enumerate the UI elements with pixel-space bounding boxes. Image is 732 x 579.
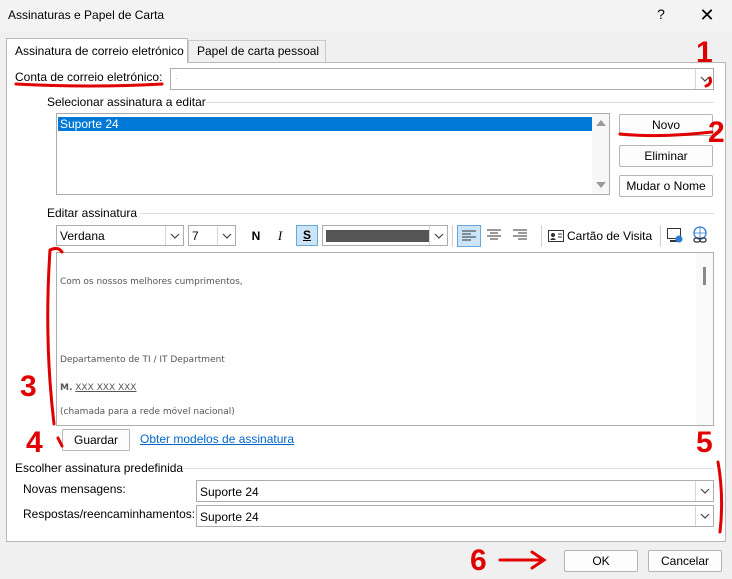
signature-note: (chamada para a rede móvel nacional) [60,407,235,417]
account-label: Conta de correio eletrónico: [15,70,163,84]
mobile-number: XXX XXX XXX [75,383,137,393]
insert-hyperlink-button[interactable] [691,226,711,246]
toolbar-separator [541,225,542,247]
font-size-value: 7 [192,229,199,243]
close-button[interactable]: ✕ [692,4,722,28]
group-divider [182,468,714,469]
align-right-icon [513,229,527,240]
new-messages-value: Suporte 24 [200,485,259,499]
insert-picture-button[interactable] [666,226,686,246]
underline-button[interactable]: S [296,225,318,246]
save-button[interactable]: Guardar [62,429,130,451]
replies-select[interactable]: Suporte 24 [196,505,714,527]
font-select[interactable]: Verdana [56,225,184,246]
account-value: . [175,71,178,81]
new-messages-label: Novas mensagens: [23,482,126,496]
insert-picture-icon [667,228,683,243]
chevron-down-icon[interactable] [217,226,235,245]
select-signature-group-title: Selecionar assinatura a editar [47,95,206,109]
font-value: Verdana [60,229,105,243]
chevron-down-icon[interactable] [165,226,183,245]
scrollbar-thumb[interactable] [703,267,706,285]
color-swatch [326,230,430,242]
business-card-label: Cartão de Visita [567,229,653,243]
scroll-up-icon[interactable] [596,120,606,126]
italic-button[interactable]: I [270,226,290,246]
scroll-down-icon[interactable] [596,182,606,188]
align-center-icon [487,229,501,240]
scrollbar[interactable] [592,114,609,194]
align-left-icon [462,230,476,241]
list-item[interactable]: Suporte 24 [58,117,592,131]
chevron-down-icon[interactable] [429,226,447,245]
business-card-button[interactable]: Cartão de Visita [548,225,656,247]
annotation-label: 6 [470,544,487,577]
chevron-down-icon[interactable] [695,506,713,526]
replies-value: Suporte 24 [200,510,259,524]
chevron-down-icon[interactable] [695,69,713,89]
default-signature-group-title: Escolher assinatura predefinida [15,461,184,475]
delete-button[interactable]: Eliminar [619,145,713,167]
replies-label: Respostas/reencaminhamentos: [23,507,196,521]
align-left-button[interactable] [457,225,481,247]
font-color-select[interactable] [322,225,448,246]
scrollbar[interactable] [696,253,713,425]
chevron-down-icon[interactable] [695,481,713,501]
group-divider [140,213,714,214]
new-button[interactable]: Novo [619,114,713,136]
hyperlink-icon [693,226,707,243]
signature-mobile: M. XXX XXX XXX [60,383,136,393]
group-divider [206,102,714,103]
rename-button[interactable]: Mudar o Nome [619,175,713,197]
new-messages-select[interactable]: Suporte 24 [196,480,714,502]
toolbar-separator [452,225,453,247]
edit-signature-group-title: Editar assinatura [47,206,138,220]
bold-button[interactable]: N [246,226,266,246]
align-center-button[interactable] [483,225,507,247]
mobile-prefix: M. [60,383,73,393]
signature-list[interactable]: Suporte 24 [56,113,610,195]
signature-editor[interactable]: Com os nossos melhores cumprimentos, Dep… [56,252,714,426]
align-right-button[interactable] [509,225,533,247]
cancel-button[interactable]: Cancelar [648,550,722,572]
tab-personal-stationery[interactable]: Papel de carta pessoal [188,40,326,62]
account-select[interactable]: . [170,68,714,90]
arrow-annotation [498,550,547,570]
signature-department: Departamento de TI / IT Department [60,355,225,365]
window-title: Assinaturas e Papel de Carta [8,8,165,22]
ok-button[interactable]: OK [564,550,638,572]
tab-email-signature[interactable]: Assinatura de correio eletrónico [6,38,188,63]
help-button[interactable]: ? [650,6,672,26]
font-size-select[interactable]: 7 [188,225,236,246]
contact-card-icon [548,230,564,242]
signature-greeting: Com os nossos melhores cumprimentos, [60,277,243,287]
templates-link[interactable]: Obter modelos de assinatura [140,432,294,446]
toolbar-separator [660,225,661,247]
